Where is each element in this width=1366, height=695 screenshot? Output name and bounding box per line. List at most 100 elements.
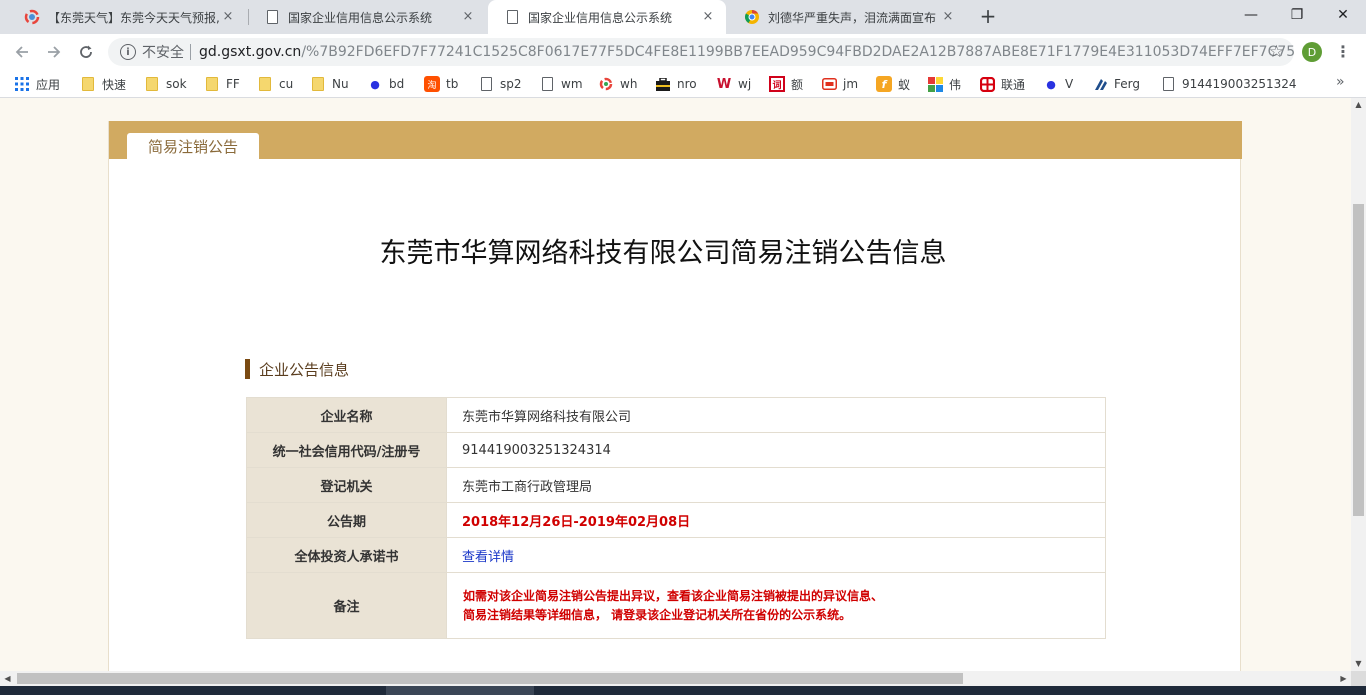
back-arrow-icon [15, 46, 28, 58]
table-row: 备注 如需对该企业简易注销公告提出异议，查看该企业简易注销被提出的异议信息、 简… [246, 572, 1106, 639]
close-icon[interactable]: × [940, 9, 956, 25]
reload-button[interactable] [72, 38, 100, 66]
registration-authority-value: 东莞市工商行政管理局 [446, 467, 1106, 503]
scroll-up-arrow-icon[interactable]: ▲ [1351, 98, 1366, 112]
orange-f-icon: f [876, 76, 892, 92]
folder-icon [310, 76, 326, 92]
bookmark-v[interactable]: ● V [1043, 74, 1073, 94]
address-bar[interactable]: i 不安全 gd.gsxt.gov.cn/%7B92FD6EFD7F77241C… [108, 38, 1294, 66]
forward-button[interactable] [40, 38, 68, 66]
folder-icon [204, 76, 220, 92]
tab-news[interactable]: 刘德华严重失声，泪流满面宣布 × [728, 0, 966, 34]
briefcase-icon [655, 76, 671, 92]
bookmark-number[interactable]: 9144190032513243 [1160, 74, 1296, 94]
w-logo-icon: W [716, 76, 732, 92]
back-button[interactable] [8, 38, 36, 66]
page-icon [478, 76, 494, 92]
bookmark-sp2[interactable]: sp2 [478, 74, 522, 94]
bookmark-tb[interactable]: 淘 tb [424, 74, 458, 94]
tab-title: 刘德华严重失声，泪流满面宣布 [768, 10, 937, 25]
window-close-button[interactable]: ✕ [1320, 0, 1366, 30]
horizontal-scroll-thumb[interactable] [17, 673, 963, 684]
bookmark-wei[interactable]: 伟 [927, 74, 961, 94]
baidu-paw-icon: ● [370, 77, 380, 91]
page-content: 简易注销公告 东莞市华算网络科技有限公司简易注销公告信息 企业公告信息 企业名称… [0, 98, 1351, 671]
bookmark-jm[interactable]: jm [821, 74, 858, 94]
info-icon[interactable]: i [120, 44, 136, 60]
view-details-link[interactable]: 查看详情 [446, 537, 1106, 573]
panel-header: 简易注销公告 [109, 121, 1242, 159]
table-row: 登记机关 东莞市工商行政管理局 [246, 467, 1106, 503]
scroll-down-arrow-icon[interactable]: ▼ [1351, 657, 1366, 671]
folder-icon [80, 76, 96, 92]
close-icon[interactable]: × [220, 9, 236, 25]
remark-line: 简易注销结果等详细信息， 请登录该企业登记机关所在省份的公示系统。 [463, 607, 852, 622]
baidu-paw-icon: ● [1046, 77, 1056, 91]
taskbar-item[interactable] [386, 686, 534, 695]
bookmark-folder[interactable]: FF [204, 74, 240, 94]
scroll-right-arrow-icon[interactable]: ▶ [1336, 671, 1351, 686]
colorful-figure-icon [927, 76, 943, 92]
tab-gsxt-2-active[interactable]: 国家企业信用信息公示系统 × [488, 0, 726, 34]
bookmark-wh[interactable]: wh [598, 74, 637, 94]
vertical-scroll-thumb[interactable] [1353, 204, 1364, 516]
bookmark-apps[interactable]: 应用 [14, 74, 60, 94]
page-icon [504, 9, 520, 25]
bookmark-e[interactable]: 词额 [769, 74, 803, 94]
tab-title: 【东莞天气】东莞今天天气预报, [48, 10, 220, 25]
remark-line: 如需对该企业简易注销公告提出异议，查看该企业简易注销被提出的异议信息、 [463, 588, 884, 603]
tab-strip: 【东莞天气】东莞今天天气预报, × 国家企业信用信息公示系统 × 国家企业信用信… [0, 0, 1366, 34]
scroll-left-arrow-icon[interactable]: ◀ [0, 671, 15, 686]
os-taskbar [0, 686, 1366, 695]
page-title: 东莞市华算网络科技有限公司简易注销公告信息 [379, 238, 947, 269]
section-title: 企业公告信息 [245, 359, 349, 379]
omnibox-divider [190, 44, 191, 60]
tab-simple-cancellation[interactable]: 简易注销公告 [127, 133, 259, 159]
bookmark-folder[interactable]: sok [144, 74, 187, 94]
notice-period-value: 2018年12月26日-2019年02月08日 [446, 502, 1106, 538]
bookmarks-overflow-icon[interactable]: » [1336, 74, 1345, 90]
table-row: 全体投资人承诺书 查看详情 [246, 537, 1106, 573]
profile-avatar[interactable]: D [1302, 42, 1322, 62]
tab-gsxt-1[interactable]: 国家企业信用信息公示系统 × [248, 0, 486, 34]
folder-icon [257, 76, 273, 92]
reload-icon [80, 45, 92, 58]
company-name-value: 东莞市华算网络科技有限公司 [446, 397, 1106, 433]
url-text[interactable]: gd.gsxt.gov.cn/%7B92FD6EFD7F77241C1525C8… [199, 44, 1294, 60]
browser-menu-icon[interactable]: ⋮ [1333, 40, 1353, 64]
minimize-button[interactable]: — [1228, 0, 1274, 30]
page-icon [1160, 76, 1176, 92]
bookmark-unicom[interactable]: 联通 [979, 74, 1025, 94]
table-row: 公告期 2018年12月26日-2019年02月08日 [246, 502, 1106, 538]
url-host: gd.gsxt.gov.cn [199, 44, 302, 60]
bookmark-folder[interactable]: cu [257, 74, 293, 94]
forward-arrow-icon [48, 46, 61, 58]
row-key: 登记机关 [246, 467, 447, 503]
notice-panel: 简易注销公告 东莞市华算网络科技有限公司简易注销公告信息 企业公告信息 企业名称… [108, 121, 1242, 671]
bookmark-ferg[interactable]: Ferg [1092, 74, 1140, 94]
vertical-scrollbar[interactable]: ▲ ▼ [1351, 98, 1366, 671]
bookmark-wm[interactable]: wm [539, 74, 583, 94]
ferg-logo-icon [1092, 76, 1108, 92]
security-label: 不安全 [142, 45, 184, 61]
close-icon[interactable]: × [700, 9, 716, 25]
page-icon [539, 76, 555, 92]
horizontal-scrollbar[interactable]: ◀ ▶ [0, 671, 1351, 686]
close-icon[interactable]: × [460, 9, 476, 25]
taobao-icon: 淘 [424, 76, 440, 92]
credit-code-value: 914419003251324314 [446, 432, 1106, 468]
restore-button[interactable]: ❐ [1274, 0, 1320, 30]
bookmark-yi[interactable]: f蚁 [876, 74, 910, 94]
bookmark-bd[interactable]: ● bd [367, 74, 404, 94]
bookmark-wj[interactable]: Wwj [716, 74, 751, 94]
section-marker [245, 359, 250, 379]
tab-weather[interactable]: 【东莞天气】东莞今天天气预报, × [8, 0, 246, 34]
bookmark-folder[interactable]: 快速 [80, 74, 126, 94]
table-row: 统一社会信用代码/注册号 914419003251324314 [246, 432, 1106, 468]
bookmark-star-icon[interactable]: ☆ [1269, 42, 1284, 62]
bookmark-folder[interactable]: Nu [310, 74, 349, 94]
table-row: 企业名称 东莞市华算网络科技有限公司 [246, 397, 1106, 433]
new-tab-button[interactable]: + [976, 5, 1000, 29]
chrome-favicon [744, 9, 760, 25]
bookmark-nro[interactable]: nro [655, 74, 697, 94]
